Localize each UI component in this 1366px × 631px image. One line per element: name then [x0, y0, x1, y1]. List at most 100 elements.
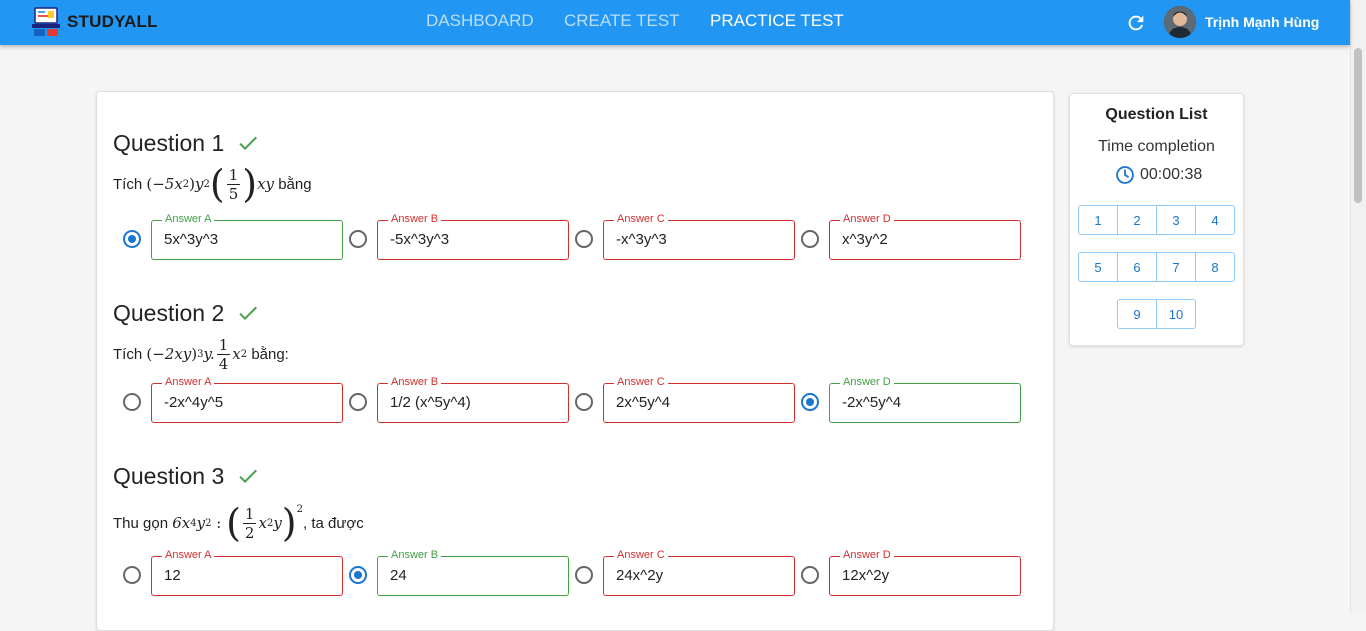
- answer-field[interactable]: Answer C 2x^5y^4: [603, 376, 795, 423]
- question-2: Question 2 Tích (−2xy) 3 y. 1 4 x 2 bằng: Answ…: [113, 298, 1021, 423]
- question-title: Question 1: [113, 129, 225, 156]
- question-nav-10[interactable]: 10: [1156, 299, 1196, 329]
- radio-answer-a[interactable]: [123, 393, 141, 411]
- question-suffix: bằng:: [251, 345, 289, 363]
- answer-b: Answer B 1/2 (x^5y^4): [349, 376, 575, 423]
- answer-d: Answer D -2x^5y^4: [801, 376, 1027, 423]
- clock-icon: [1116, 166, 1134, 184]
- question-1: Question 1 Tích (−5x 2) y 2(1 5) xy bằng Answ…: [113, 128, 1021, 260]
- question-nav-6[interactable]: 6: [1117, 252, 1157, 282]
- answer-value[interactable]: -5x^3y^3: [390, 231, 560, 248]
- question-3: Question 3 Thu gọn 6x 4 y 2 : (1 2 x 2 y) 2 , ta…: [113, 461, 1021, 596]
- nav-dashboard[interactable]: DASHBOARD: [426, 11, 534, 31]
- question-title: Question 2: [113, 299, 225, 326]
- question-nav-1[interactable]: 1: [1078, 205, 1118, 235]
- answer-field[interactable]: Answer A 5x^3y^3: [151, 213, 343, 260]
- answer-a: Answer A -2x^4y^5: [123, 376, 349, 423]
- answer-group: Answer A 5x^3y^3 Answer B -5x^3y^3 Answe…: [113, 213, 1043, 260]
- radio-answer-b[interactable]: [349, 230, 367, 248]
- answer-field[interactable]: Answer D x^3y^2: [829, 213, 1021, 260]
- radio-answer-a[interactable]: [123, 230, 141, 248]
- check-icon: [239, 469, 258, 483]
- timer: 00:00:38: [1115, 165, 1202, 185]
- answer-b: Answer B 24: [349, 549, 575, 596]
- answer-field[interactable]: Answer C 24x^2y: [603, 549, 795, 596]
- question-nav-9[interactable]: 9: [1117, 299, 1157, 329]
- question-nav-4[interactable]: 4: [1195, 205, 1235, 235]
- question-nav-8[interactable]: 8: [1195, 252, 1235, 282]
- refresh-icon[interactable]: [1125, 12, 1147, 34]
- answer-label: Answer D: [840, 376, 894, 388]
- radio-answer-c[interactable]: [575, 230, 593, 248]
- answer-field[interactable]: Answer B -5x^3y^3: [377, 213, 569, 260]
- answer-d: Answer D 12x^2y: [801, 549, 1027, 596]
- radio-answer-c[interactable]: [575, 393, 593, 411]
- answer-label: Answer D: [840, 549, 894, 561]
- answer-field[interactable]: Answer D 12x^2y: [829, 549, 1021, 596]
- answer-a: Answer A 5x^3y^3: [123, 213, 349, 260]
- answer-field[interactable]: Answer A -2x^4y^5: [151, 376, 343, 423]
- answer-label: Answer B: [388, 213, 442, 225]
- question-suffix: , ta được: [303, 514, 364, 532]
- radio-answer-d[interactable]: [801, 566, 819, 584]
- answer-a: Answer A 12: [123, 549, 349, 596]
- math-expression: (−5x 2) y 2(1 5) xy: [146, 162, 275, 206]
- radio-answer-c[interactable]: [575, 566, 593, 584]
- answer-value[interactable]: 5x^3y^3: [164, 231, 334, 248]
- answer-field[interactable]: Answer B 1/2 (x^5y^4): [377, 376, 569, 423]
- question-title: Question 3: [113, 462, 225, 489]
- answer-value[interactable]: -2x^5y^4: [842, 394, 1012, 411]
- question-suffix: bằng: [278, 175, 312, 193]
- answer-group: Answer A 12 Answer B 24 Answer C 24x^2y: [113, 549, 1043, 596]
- radio-answer-d[interactable]: [801, 230, 819, 248]
- radio-answer-d[interactable]: [801, 393, 819, 411]
- question-nav-3[interactable]: 3: [1156, 205, 1196, 235]
- answer-field[interactable]: Answer B 24: [377, 549, 569, 596]
- answer-label: Answer D: [840, 213, 894, 225]
- answer-field[interactable]: Answer A 12: [151, 549, 343, 596]
- nav-practice-test[interactable]: PRACTICE TEST: [710, 11, 844, 31]
- answer-value[interactable]: -x^3y^3: [616, 231, 786, 248]
- answer-c: Answer C 24x^2y: [575, 549, 801, 596]
- timer-value: 00:00:38: [1140, 166, 1203, 183]
- nav-create-test[interactable]: CREATE TEST: [564, 11, 680, 31]
- radio-answer-b[interactable]: [349, 566, 367, 584]
- answer-value[interactable]: x^3y^2: [842, 231, 1012, 248]
- answer-value[interactable]: 24: [390, 567, 560, 584]
- question-nav-7[interactable]: 7: [1156, 252, 1196, 282]
- answer-label: Answer B: [388, 549, 442, 561]
- logo-icon: [32, 7, 60, 36]
- answer-value[interactable]: -2x^4y^5: [164, 394, 334, 411]
- question-prefix: Thu gọn: [113, 514, 169, 532]
- question-text: Thu gọn 6x 4 y 2 : (1 2 x 2 y) 2 , ta được: [113, 497, 364, 549]
- app-bar: STUDYALL DASHBOARD CREATE TEST PRACTICE …: [0, 0, 1350, 45]
- answer-value[interactable]: 2x^5y^4: [616, 394, 786, 411]
- answer-label: Answer A: [162, 376, 215, 388]
- answer-value[interactable]: 12x^2y: [842, 567, 1012, 584]
- answer-field[interactable]: Answer D -2x^5y^4: [829, 376, 1021, 423]
- answer-value[interactable]: 1/2 (x^5y^4): [390, 394, 560, 411]
- question-prefix: Tích: [113, 175, 143, 193]
- answer-label: Answer A: [162, 213, 215, 225]
- answer-c: Answer C -x^3y^3: [575, 213, 801, 260]
- answer-label: Answer C: [614, 549, 668, 561]
- radio-answer-a[interactable]: [123, 566, 141, 584]
- question-text: Tích (−5x 2) y 2(1 5) xy bằng: [113, 164, 312, 204]
- user-name[interactable]: Trịnh Mạnh Hùng: [1205, 14, 1319, 30]
- avatar[interactable]: [1164, 6, 1196, 38]
- answer-value[interactable]: 12: [164, 567, 334, 584]
- radio-answer-b[interactable]: [349, 393, 367, 411]
- question-text: Tích (−2xy) 3 y. 1 4 x 2 bằng:: [113, 332, 289, 376]
- answer-c: Answer C 2x^5y^4: [575, 376, 801, 423]
- math-expression: (−2xy) 3 y. 1 4 x 2: [146, 335, 248, 373]
- question-nav-2[interactable]: 2: [1117, 205, 1157, 235]
- brand[interactable]: STUDYALL: [31, 6, 158, 38]
- answer-d: Answer D x^3y^2: [801, 213, 1027, 260]
- answer-value[interactable]: 24x^2y: [616, 567, 786, 584]
- question-list-title: Question List: [1105, 106, 1208, 123]
- answer-label: Answer C: [614, 376, 668, 388]
- scrollbar-thumb[interactable]: [1354, 48, 1362, 203]
- question-nav-5[interactable]: 5: [1078, 252, 1118, 282]
- questions-card: Question 1 Tích (−5x 2) y 2(1 5) xy bằng Answ…: [96, 91, 1054, 631]
- answer-field[interactable]: Answer C -x^3y^3: [603, 213, 795, 260]
